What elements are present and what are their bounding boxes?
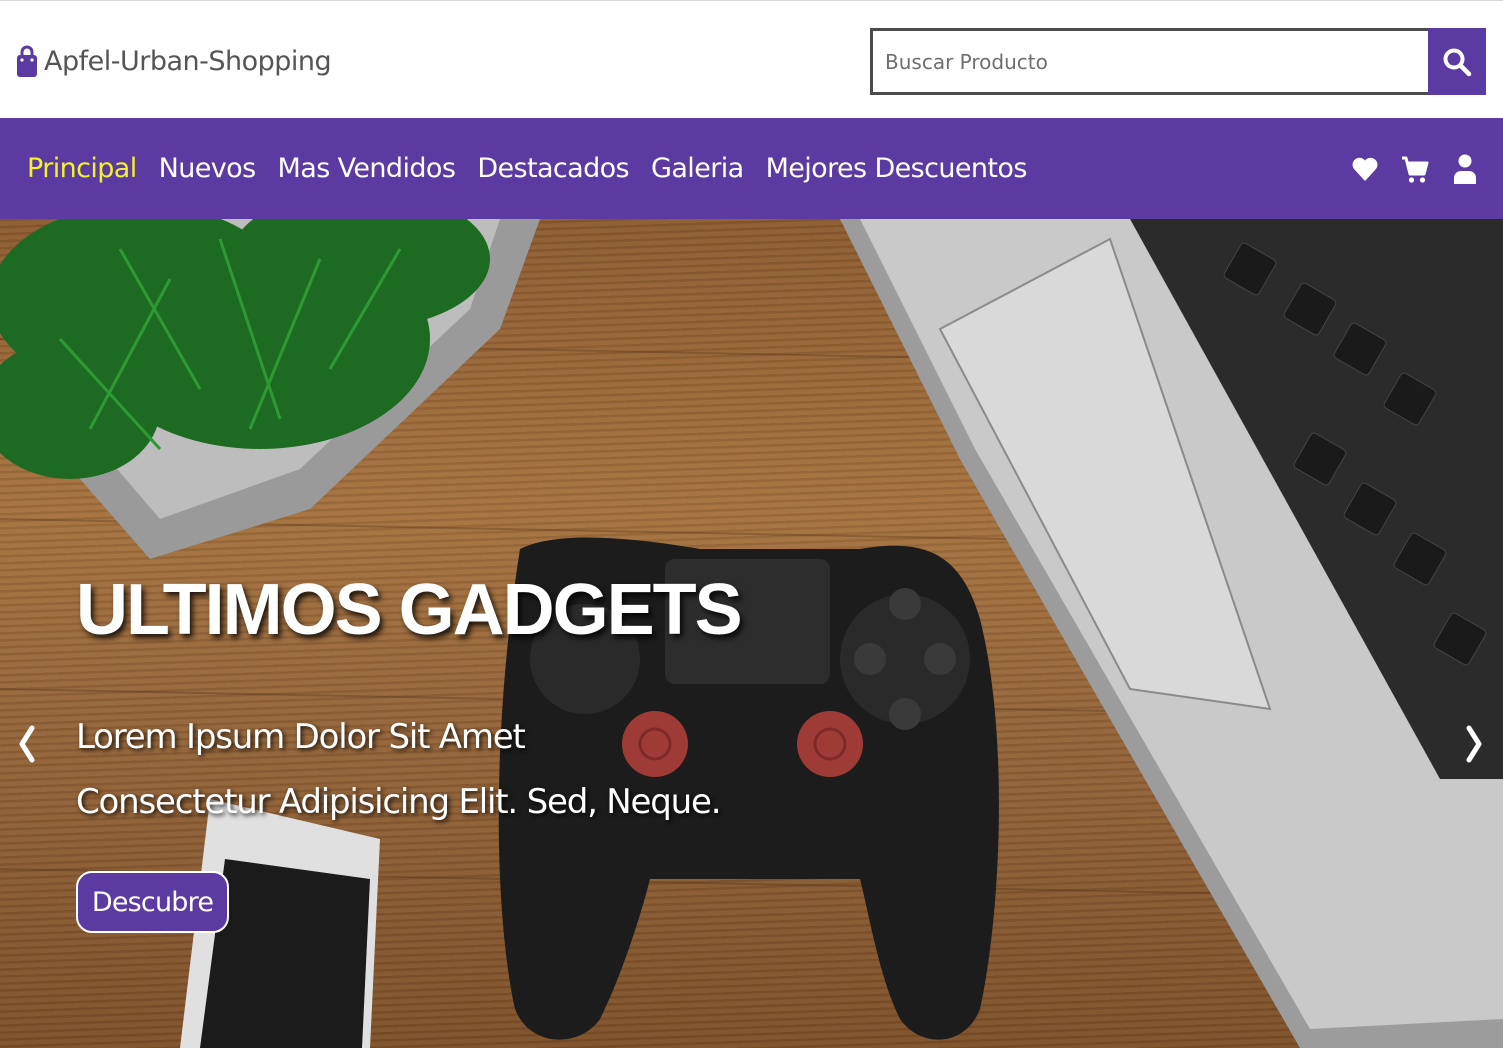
- nav-icon-group: [1351, 118, 1479, 219]
- chevron-right-icon: [1466, 725, 1482, 763]
- hero-subtitle-line-1: Lorem Ipsum Dolor Sit Amet: [76, 717, 526, 757]
- main-navbar: Principal Nuevos Mas Vendidos Destacados…: [0, 118, 1503, 219]
- nav-link-destacados[interactable]: Destacados: [477, 153, 629, 184]
- cart-icon[interactable]: [1401, 152, 1429, 186]
- nav-links: Principal Nuevos Mas Vendidos Destacados…: [27, 118, 1027, 219]
- hero-content: ULTIMOS GADGETS Lorem Ipsum Dolor Sit Am…: [76, 219, 976, 1048]
- heart-icon[interactable]: [1351, 152, 1379, 186]
- nav-link-principal[interactable]: Principal: [27, 153, 137, 184]
- search-input[interactable]: [870, 28, 1428, 95]
- chevron-left-icon: [19, 725, 35, 763]
- brand-logo[interactable]: Apfel-Urban-Shopping: [16, 41, 332, 81]
- search-form: [870, 28, 1486, 95]
- search-button[interactable]: [1428, 28, 1486, 95]
- discover-button[interactable]: Descubre: [76, 871, 229, 933]
- user-icon[interactable]: [1451, 152, 1479, 186]
- nav-link-galeria[interactable]: Galeria: [651, 153, 744, 184]
- hero-slider: ULTIMOS GADGETS Lorem Ipsum Dolor Sit Am…: [0, 219, 1503, 1048]
- shopping-bag-icon: [17, 45, 37, 77]
- hero-subtitle-line-2: Consectetur Adipisicing Elit. Sed, Neque…: [76, 782, 722, 822]
- nav-link-mejores-descuentos[interactable]: Mejores Descuentos: [766, 153, 1028, 184]
- slider-prev-button[interactable]: [12, 719, 42, 769]
- nav-link-nuevos[interactable]: Nuevos: [159, 153, 256, 184]
- brand-name: Apfel-Urban-Shopping: [44, 45, 332, 77]
- hero-title: ULTIMOS GADGETS: [76, 570, 743, 650]
- slider-next-button[interactable]: [1459, 719, 1489, 769]
- search-icon: [1443, 48, 1472, 76]
- top-header: Apfel-Urban-Shopping: [0, 0, 1503, 118]
- nav-link-mas-vendidos[interactable]: Mas Vendidos: [278, 153, 456, 184]
